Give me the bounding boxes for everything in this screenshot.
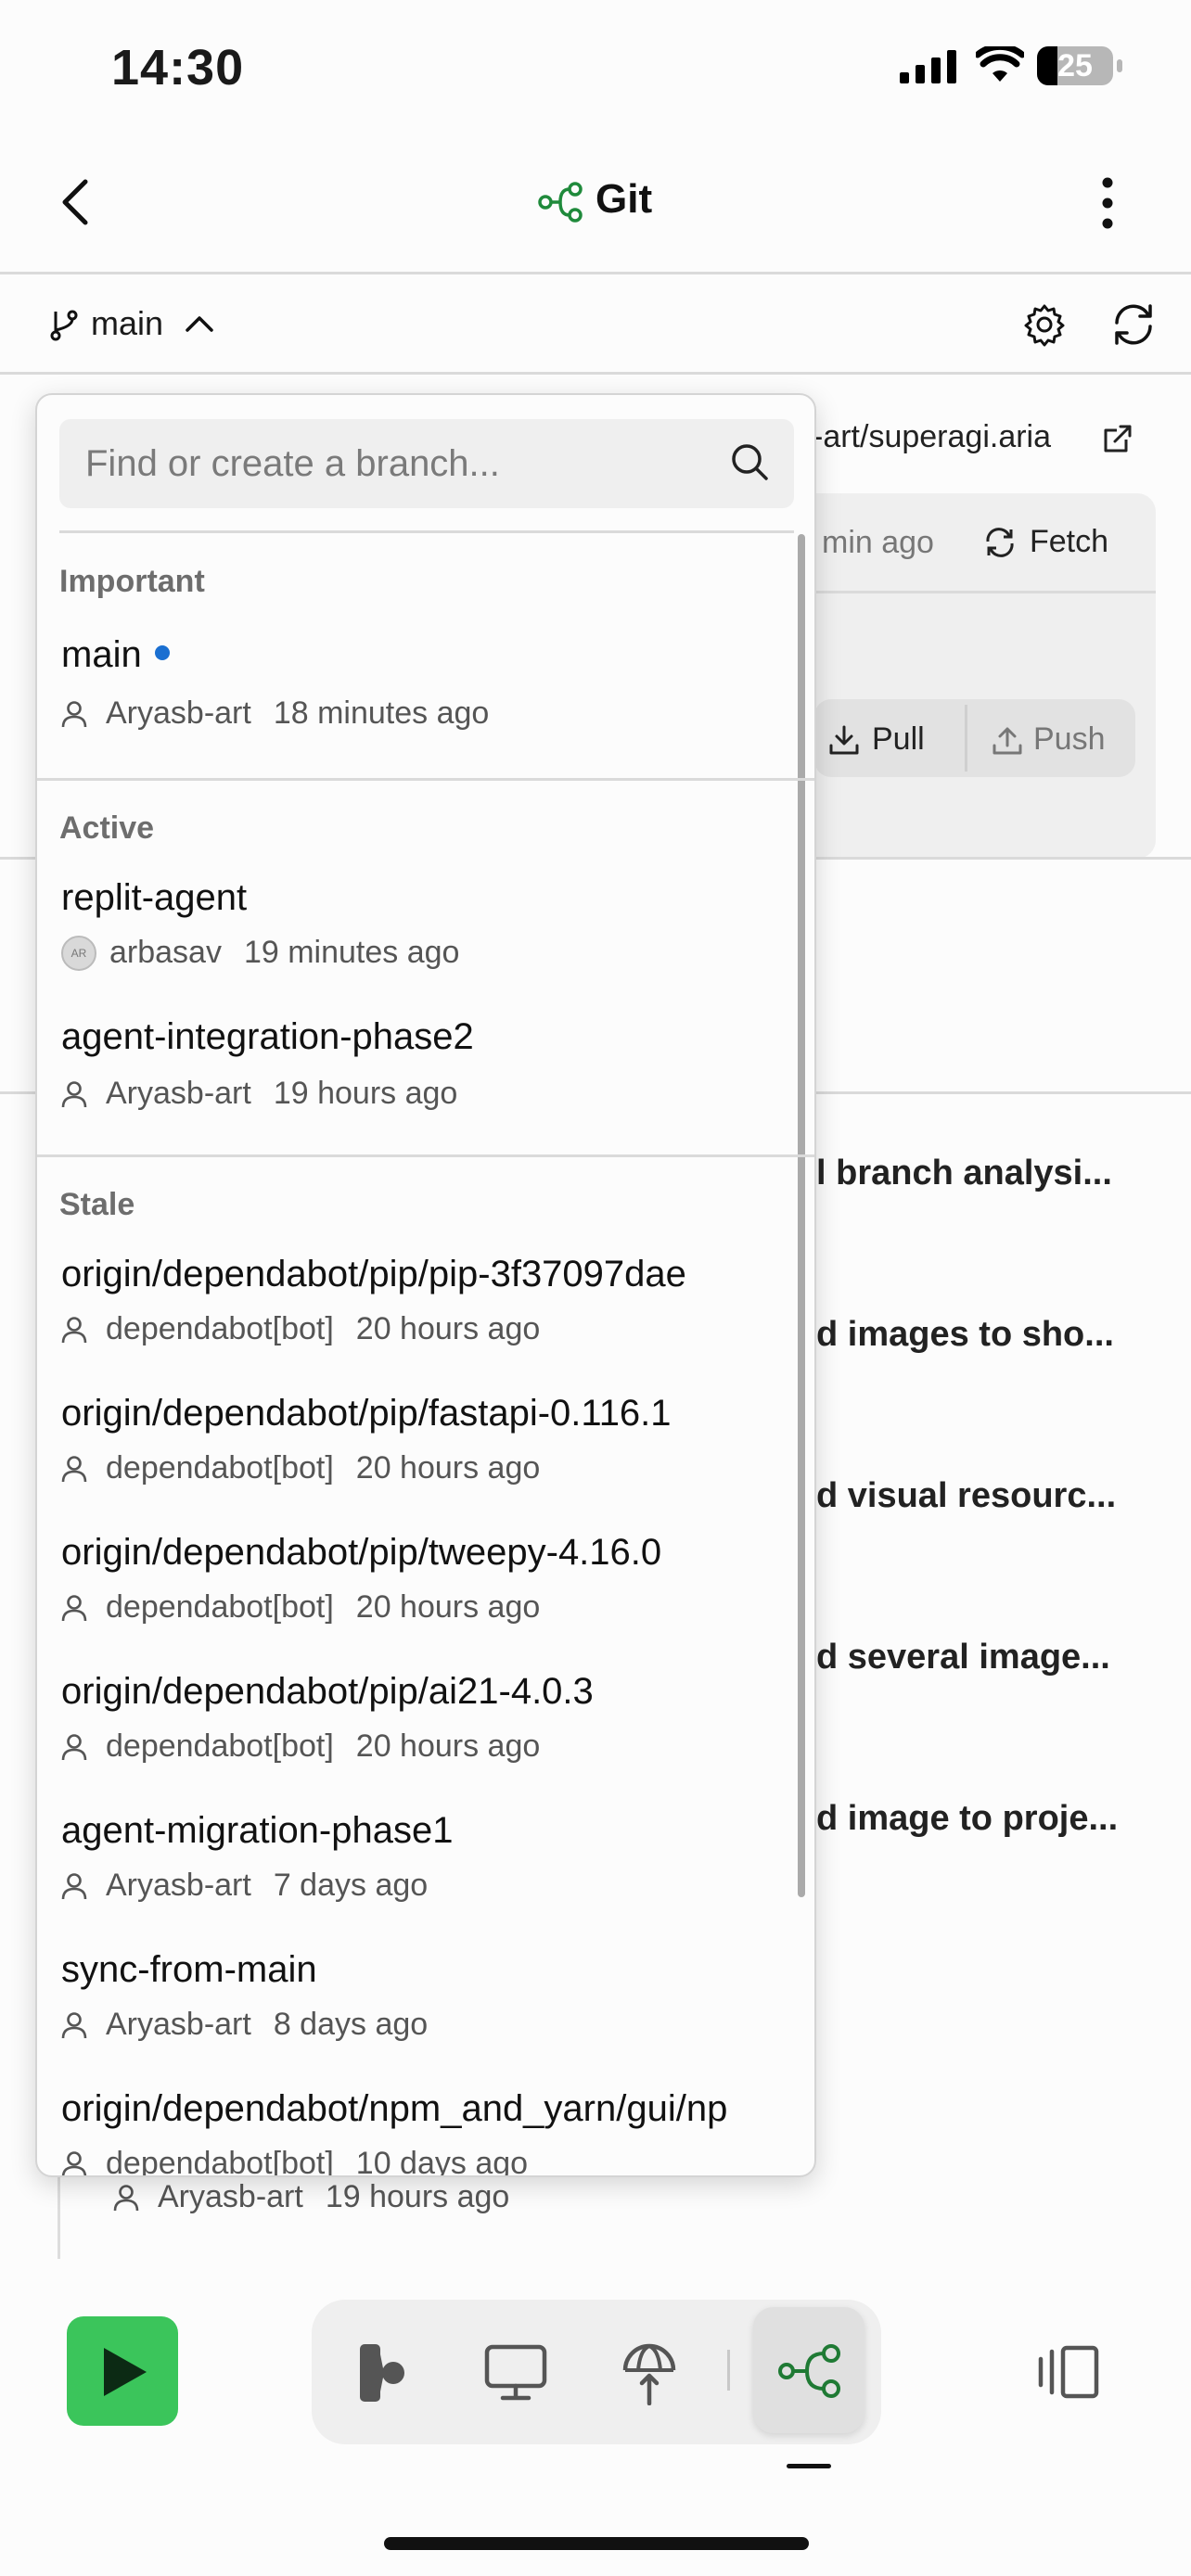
user-icon xyxy=(61,700,87,727)
panel-toggle-icon[interactable] xyxy=(1037,2344,1100,2400)
avatar: AR xyxy=(61,935,96,971)
deploy-icon[interactable] xyxy=(621,2339,677,2405)
branch-bar-divider xyxy=(0,372,1191,375)
section-title: Important xyxy=(59,564,205,599)
gear-icon[interactable] xyxy=(1022,302,1067,347)
repo-link[interactable]: -art/superagi.aria xyxy=(813,419,1051,455)
user-icon xyxy=(61,1594,87,1621)
commit-message[interactable]: d several image... xyxy=(816,1638,1110,1677)
current-branch-label[interactable]: main xyxy=(91,304,163,343)
user-icon xyxy=(61,1455,87,1482)
battery-level: 25 xyxy=(1057,48,1093,83)
active-tab-indicator xyxy=(787,2464,831,2468)
scrollbar[interactable] xyxy=(798,534,805,1897)
user-icon xyxy=(61,2150,87,2175)
more-vertical-icon[interactable] xyxy=(1096,176,1119,230)
download-icon xyxy=(829,725,859,755)
branch-dropdown: Important main Aryasb-art18 minutes ago … xyxy=(35,393,816,2177)
user-icon xyxy=(61,1080,87,1107)
back-chevron-icon[interactable] xyxy=(58,176,95,228)
wifi-icon xyxy=(976,46,1024,82)
signal-icon xyxy=(900,50,956,83)
status-time: 14:30 xyxy=(111,40,245,96)
push-button[interactable]: Push xyxy=(1033,721,1106,758)
refresh-icon xyxy=(986,528,1014,557)
git-branch-icon xyxy=(538,182,583,223)
chevron-up-icon[interactable] xyxy=(184,313,215,334)
user-icon xyxy=(61,1872,87,1899)
play-icon xyxy=(104,2348,147,2396)
commit-message[interactable]: d images to sho... xyxy=(816,1315,1114,1355)
current-branch-dot xyxy=(154,645,170,661)
last-fetch-time: min ago xyxy=(822,525,934,560)
commit-meta: Aryasb-art 19 hours ago xyxy=(113,2179,509,2215)
agent-icon[interactable] xyxy=(356,2342,408,2404)
branch-search-input[interactable] xyxy=(59,419,794,508)
user-icon xyxy=(61,1733,87,1760)
section-title: Active xyxy=(59,810,155,846)
home-indicator xyxy=(384,2537,809,2550)
user-icon xyxy=(61,2011,87,2038)
page-title: Git xyxy=(596,176,653,222)
upload-icon xyxy=(992,727,1022,755)
fetch-button[interactable]: Fetch xyxy=(1030,524,1108,560)
monitor-icon[interactable] xyxy=(484,2344,547,2402)
user-icon xyxy=(61,1316,87,1343)
pull-button[interactable]: Pull xyxy=(872,721,925,758)
commit-message[interactable]: d visual resourc... xyxy=(816,1476,1116,1516)
commit-message[interactable]: d image to proje... xyxy=(816,1799,1118,1839)
user-icon xyxy=(113,2184,139,2211)
external-link-icon[interactable] xyxy=(1102,423,1133,454)
git-branch-icon xyxy=(50,310,78,341)
refresh-icon[interactable] xyxy=(1109,302,1158,347)
header-divider xyxy=(0,272,1191,274)
search-icon[interactable] xyxy=(729,441,770,482)
git-icon xyxy=(778,2344,840,2398)
section-title: Stale xyxy=(59,1187,135,1222)
commit-message[interactable]: l branch analysi... xyxy=(816,1154,1112,1193)
